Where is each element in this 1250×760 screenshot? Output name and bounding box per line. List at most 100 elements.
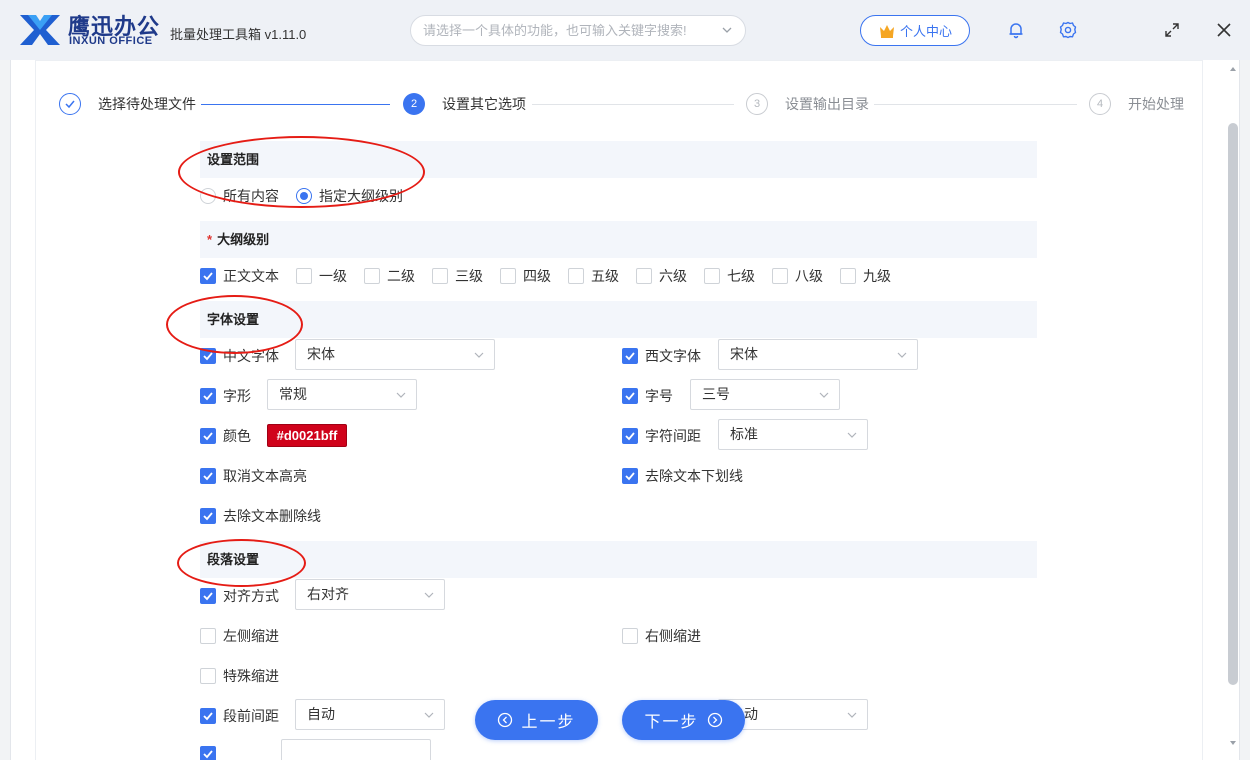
checkbox-west-font[interactable]: 西文字体	[622, 346, 701, 366]
color-picker[interactable]: #d0021bff	[267, 424, 347, 447]
checkbox-level-2[interactable]: 二级	[364, 266, 415, 286]
checkbox-level-5[interactable]: 五级	[568, 266, 619, 286]
line-spacing-select[interactable]	[281, 739, 431, 760]
checkbox[interactable]	[200, 348, 216, 364]
search-input[interactable]	[411, 16, 701, 45]
gear-icon[interactable]	[1058, 20, 1078, 40]
checkbox-level-1[interactable]: 一级	[296, 266, 347, 286]
checkbox[interactable]	[200, 746, 216, 760]
checkbox-right-indent[interactable]: 右侧缩进	[622, 626, 701, 646]
checkbox-level-3[interactable]: 三级	[432, 266, 483, 286]
checkbox[interactable]	[622, 348, 638, 364]
checkbox-alignment[interactable]: 对齐方式	[200, 586, 279, 606]
chevron-down-icon[interactable]	[721, 24, 733, 36]
section-title: 段落设置	[207, 552, 260, 567]
check-icon	[203, 392, 213, 401]
radio-label: 所有内容	[223, 188, 279, 204]
checkbox-font-style[interactable]: 字形	[200, 386, 251, 406]
select-value: 自动	[307, 706, 335, 722]
checkbox-cn-font[interactable]: 中文字体	[200, 346, 279, 366]
checkbox[interactable]	[200, 668, 216, 684]
checkbox-label: 西文字体	[645, 348, 701, 364]
user-center-label: 个人中心	[899, 24, 952, 39]
checkbox[interactable]	[200, 628, 216, 644]
check-icon	[203, 592, 213, 601]
checkbox[interactable]	[200, 588, 216, 604]
checkbox[interactable]	[296, 268, 312, 284]
checkbox[interactable]	[622, 428, 638, 444]
checkbox[interactable]	[432, 268, 448, 284]
checkbox[interactable]	[200, 708, 216, 724]
checkbox[interactable]	[364, 268, 380, 284]
checkbox-remove-highlight[interactable]: 取消文本高亮	[200, 466, 307, 486]
step-output-dir: 3 设置输出目录	[746, 93, 869, 115]
checkbox[interactable]	[500, 268, 516, 284]
checkbox-level-4[interactable]: 四级	[500, 266, 551, 286]
checkbox[interactable]	[200, 268, 216, 284]
alignment-select[interactable]: 右对齐	[295, 579, 445, 610]
resize-icon[interactable]	[1162, 20, 1182, 40]
checkbox[interactable]	[200, 468, 216, 484]
scrollbar-thumb[interactable]	[1228, 123, 1238, 685]
scroll-up-icon[interactable]	[1228, 64, 1238, 74]
step-label: 开始处理	[1128, 96, 1184, 112]
chevron-down-icon	[819, 392, 829, 398]
checkbox[interactable]	[200, 508, 216, 524]
close-icon[interactable]	[1214, 20, 1234, 40]
radio-button[interactable]	[200, 188, 216, 204]
checkbox-remove-underline[interactable]: 去除文本下划线	[622, 466, 743, 486]
checkbox[interactable]	[840, 268, 856, 284]
color-value: #d0021bff	[276, 428, 338, 443]
chevron-down-icon	[897, 352, 907, 358]
checkbox[interactable]	[622, 468, 638, 484]
checkbox[interactable]	[772, 268, 788, 284]
checkbox-left-indent[interactable]: 左侧缩进	[200, 626, 279, 646]
checkbox-body-text[interactable]: 正文文本	[200, 266, 279, 286]
select-value: 三号	[702, 386, 730, 402]
chevron-down-icon	[847, 712, 857, 718]
checkbox-label: 右侧缩进	[645, 628, 701, 644]
check-icon	[203, 352, 213, 361]
checkbox-before-spacing[interactable]: 段前间距	[200, 706, 279, 726]
checkbox-level-7[interactable]: 七级	[704, 266, 755, 286]
char-spacing-select[interactable]: 标准	[718, 419, 868, 450]
font-size-select[interactable]: 三号	[690, 379, 840, 410]
prev-step-button[interactable]: 上一步	[475, 700, 598, 740]
checkbox-font-color[interactable]: 颜色	[200, 426, 251, 446]
checkbox-line-spacing[interactable]	[200, 746, 216, 760]
checkbox[interactable]	[704, 268, 720, 284]
checkbox-char-spacing[interactable]: 字符间距	[622, 426, 701, 446]
check-icon	[625, 352, 635, 361]
font-style-select[interactable]: 常规	[267, 379, 417, 410]
check-icon	[203, 272, 213, 281]
next-step-button[interactable]: 下一步	[622, 700, 745, 740]
checkbox[interactable]	[200, 388, 216, 404]
checkbox-level-6[interactable]: 六级	[636, 266, 687, 286]
scroll-down-icon[interactable]	[1228, 738, 1238, 748]
checkbox[interactable]	[622, 628, 638, 644]
checkbox-special-indent[interactable]: 特殊缩进	[200, 666, 279, 686]
checkbox[interactable]	[568, 268, 584, 284]
checkbox-remove-strikethrough[interactable]: 去除文本删除线	[200, 506, 321, 526]
cn-font-select[interactable]: 宋体	[295, 339, 495, 370]
checkbox-level-8[interactable]: 八级	[772, 266, 823, 286]
checkbox-level-9[interactable]: 九级	[840, 266, 891, 286]
user-center-button[interactable]: 个人中心	[860, 15, 970, 46]
west-font-select[interactable]: 宋体	[718, 339, 918, 370]
step-other-options: 2 设置其它选项	[403, 93, 526, 115]
checkbox-label: 去除文本下划线	[645, 468, 743, 484]
radio-button[interactable]	[296, 188, 312, 204]
checkbox-label: 颜色	[223, 428, 251, 444]
radio-outline-level[interactable]: 指定大纲级别	[296, 186, 403, 206]
checkbox-font-size[interactable]: 字号	[622, 386, 673, 406]
checkbox[interactable]	[200, 428, 216, 444]
section-font-header: 字体设置	[200, 301, 1037, 338]
step-number: 3	[746, 93, 768, 115]
checkbox[interactable]	[622, 388, 638, 404]
radio-all-content[interactable]: 所有内容	[200, 186, 279, 206]
search-box[interactable]	[410, 15, 746, 46]
bell-icon[interactable]	[1006, 20, 1026, 40]
checkbox[interactable]	[636, 268, 652, 284]
before-spacing-select[interactable]: 自动	[295, 699, 445, 730]
checkbox-label: 正文文本	[223, 268, 279, 284]
